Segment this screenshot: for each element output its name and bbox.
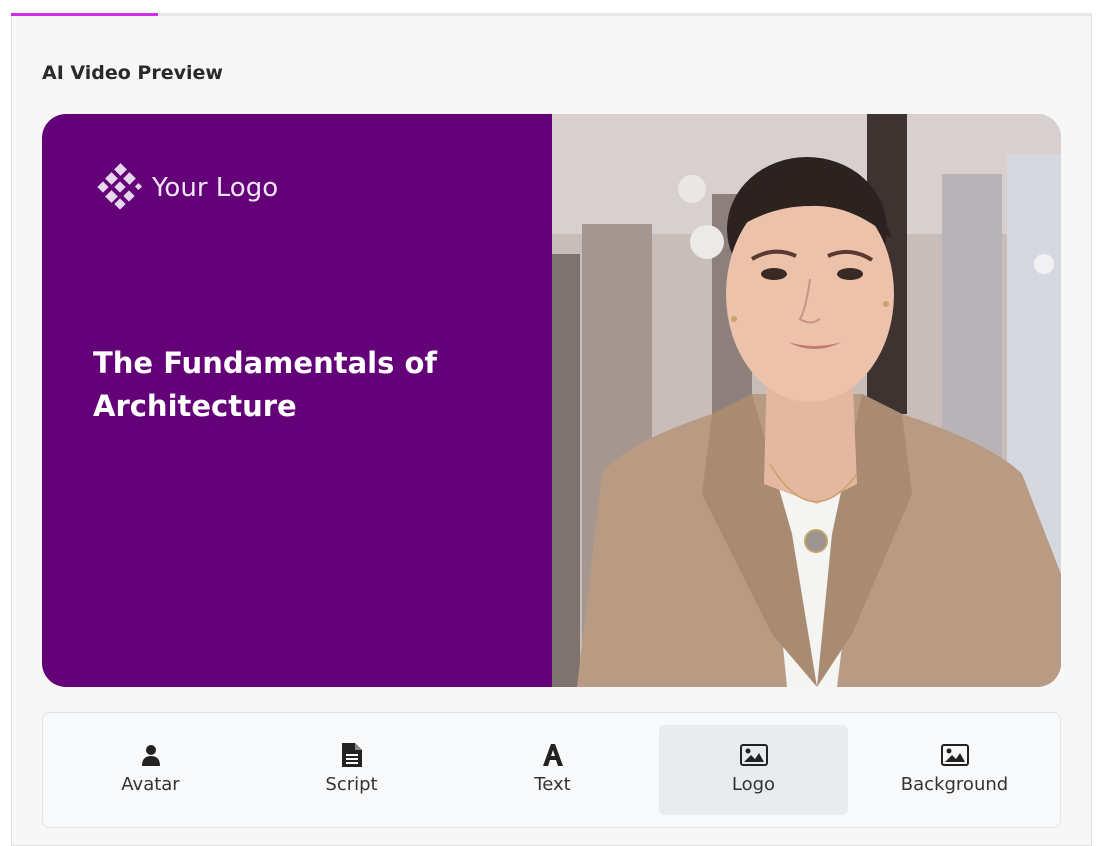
- tool-avatar[interactable]: Avatar: [56, 725, 245, 815]
- document-icon: [341, 742, 362, 768]
- slide-headline[interactable]: The Fundamentals of Architecture: [93, 342, 493, 428]
- avatar-presenter[interactable]: [552, 114, 1061, 687]
- tool-label: Avatar: [121, 774, 180, 795]
- user-icon: [141, 742, 160, 768]
- tool-label: Logo: [731, 774, 776, 795]
- editor-toolbar: Avatar Script Text Logo Background: [42, 712, 1061, 828]
- preview-panel: AI Video Preview Your Logo The Fundament…: [11, 16, 1092, 846]
- panel-title: AI Video Preview: [42, 62, 223, 84]
- tool-script[interactable]: Script: [257, 725, 446, 815]
- logo-text: Your Logo: [152, 173, 279, 203]
- tool-label: Text: [534, 774, 571, 795]
- tool-label: Script: [325, 774, 378, 795]
- video-preview: Your Logo The Fundamentals of Architectu…: [42, 114, 1061, 687]
- image-icon: [940, 742, 969, 768]
- tool-logo[interactable]: Logo: [659, 725, 848, 815]
- presenter-image: [552, 114, 1061, 687]
- logo-placeholder[interactable]: Your Logo: [96, 162, 278, 214]
- slide-left: Your Logo The Fundamentals of Architectu…: [42, 114, 552, 687]
- tool-label: Background: [900, 774, 1009, 795]
- tool-background[interactable]: Background: [860, 725, 1049, 815]
- image-icon: [739, 742, 768, 768]
- tool-text[interactable]: Text: [458, 725, 647, 815]
- text-icon: [541, 742, 565, 768]
- logo-mark-icon: [96, 162, 144, 214]
